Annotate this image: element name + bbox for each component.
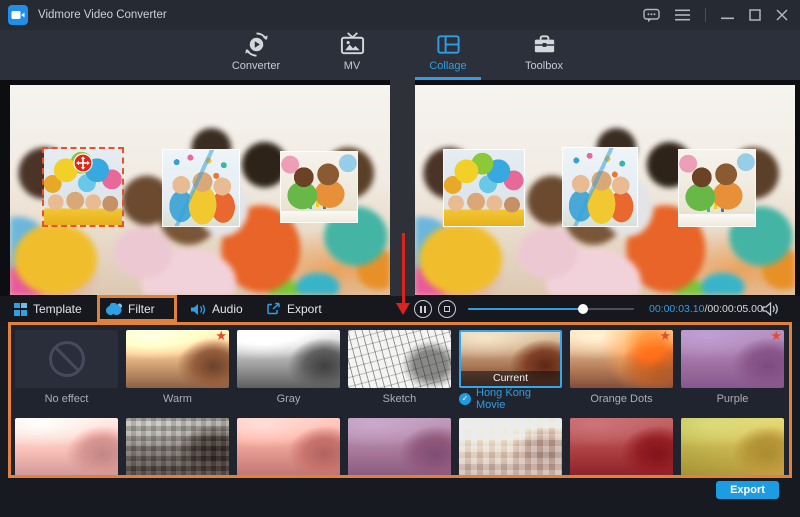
tab-converter[interactable]: Converter: [223, 30, 289, 80]
title-bar: Vidmore Video Converter: [0, 0, 800, 30]
export-tab-label: Export: [287, 302, 322, 316]
minimize-button[interactable]: [721, 9, 734, 21]
close-button[interactable]: [776, 9, 788, 21]
tab-converter-label: Converter: [232, 60, 280, 72]
template-icon: [14, 303, 27, 316]
tab-mv-label: MV: [344, 60, 361, 72]
tutorial-arrow-annotation: [396, 233, 410, 315]
progress-track[interactable]: [468, 308, 634, 310]
filter-row-2: [15, 418, 789, 476]
filter-tile-no-effect[interactable]: No effect: [15, 330, 118, 405]
filter-tile-row2-6[interactable]: [570, 418, 673, 476]
audio-button[interactable]: Audio: [190, 296, 243, 322]
export-button[interactable]: Export: [716, 481, 779, 499]
volume-icon[interactable]: [762, 302, 780, 321]
filter-row-1: No effect ★ Warm Gray Sketch Current: [15, 330, 789, 405]
no-effect-icon: [49, 341, 85, 377]
filter-highlight-annotation: [97, 295, 177, 322]
favorite-star-icon[interactable]: ★: [659, 330, 671, 343]
playback-time: 00:00:03.10/00:00:05.00: [649, 296, 763, 322]
main-nav: Converter MV Collage Toolbox: [0, 30, 800, 80]
filter-tile-gray[interactable]: Gray: [237, 330, 340, 405]
tab-mv[interactable]: MV: [319, 30, 385, 80]
check-icon: ✓: [459, 393, 471, 405]
filter-label-purple: Purple: [681, 392, 784, 405]
balloons-photo-output: [444, 150, 524, 226]
filter-tile-warm[interactable]: ★ Warm: [126, 330, 229, 405]
tab-collage[interactable]: Collage: [415, 30, 481, 80]
filter-tile-row2-3[interactable]: [237, 418, 340, 476]
current-time: 00:00:03.10: [649, 303, 704, 315]
output-preview: [415, 85, 795, 295]
filter-tile-row2-2[interactable]: [126, 418, 229, 476]
footer-bar: Export: [0, 478, 800, 517]
filter-tile-row2-7[interactable]: [681, 418, 784, 476]
converter-icon: [243, 30, 270, 59]
export-icon: [266, 302, 281, 316]
menu-icon[interactable]: [675, 9, 690, 21]
overlay-photo-jump[interactable]: [162, 149, 240, 227]
audio-label: Audio: [212, 302, 243, 316]
output-overlay-candles: [678, 149, 756, 227]
template-label: Template: [33, 302, 82, 316]
app-window: Vidmore Video Converter: [0, 0, 800, 517]
jump-photo: [163, 150, 239, 226]
filter-tile-hong-kong-movie[interactable]: Current ✓ Hong Kong Movie: [459, 330, 562, 405]
tab-toolbox[interactable]: Toolbox: [511, 30, 577, 80]
filter-label-sketch: Sketch: [348, 392, 451, 405]
app-logo-icon: [8, 5, 28, 25]
output-overlay-jump: [562, 147, 638, 227]
toolbox-icon: [531, 30, 558, 59]
filter-label-orange-dots: Orange Dots: [570, 392, 673, 405]
mv-icon: [339, 30, 366, 59]
filter-label-gray: Gray: [237, 392, 340, 405]
filter-label-hong-kong-movie: ✓ Hong Kong Movie: [459, 392, 562, 405]
titlebar-separator: [705, 8, 706, 22]
filter-tile-row2-4[interactable]: [348, 418, 451, 476]
filter-tile-row2-5[interactable]: [459, 418, 562, 476]
feedback-icon[interactable]: [643, 8, 660, 23]
audio-icon: [190, 303, 206, 316]
filter-tile-purple[interactable]: ★ Purple: [681, 330, 784, 405]
collage-icon: [435, 30, 462, 59]
export-tab-button[interactable]: Export: [266, 296, 322, 322]
filter-tile-orange-dots[interactable]: ★ Orange Dots: [570, 330, 673, 405]
current-filter-badge: Current: [461, 371, 560, 386]
window-title: Vidmore Video Converter: [38, 9, 167, 21]
favorite-star-icon[interactable]: ★: [215, 330, 227, 343]
progress-knob[interactable]: [578, 304, 588, 314]
collage-editor-preview: [10, 85, 390, 295]
filter-tile-sketch[interactable]: Sketch: [348, 330, 451, 405]
overlay-photo-candles[interactable]: [280, 151, 358, 223]
filter-label-no-effect: No effect: [15, 392, 118, 405]
pause-button[interactable]: [414, 300, 432, 318]
output-overlay-balloons: [443, 149, 525, 227]
maximize-button[interactable]: [749, 9, 761, 21]
jump-photo-output: [563, 148, 637, 226]
tab-collage-label: Collage: [429, 60, 466, 72]
candles-photo-output: [679, 150, 755, 226]
total-time: 00:00:05.00: [707, 303, 762, 315]
stop-button[interactable]: [438, 300, 456, 318]
overlay-photo-balloons-selected[interactable]: [42, 147, 124, 227]
template-button[interactable]: Template: [14, 296, 82, 322]
filter-tile-row2-1[interactable]: [15, 418, 118, 476]
filter-panel: No effect ★ Warm Gray Sketch Current: [8, 322, 792, 478]
favorite-star-icon[interactable]: ★: [770, 330, 782, 343]
move-handle-icon[interactable]: [73, 153, 93, 173]
filter-label-warm: Warm: [126, 392, 229, 405]
progress-fill: [468, 308, 583, 310]
tab-toolbox-label: Toolbox: [525, 60, 563, 72]
candles-photo: [281, 152, 357, 222]
